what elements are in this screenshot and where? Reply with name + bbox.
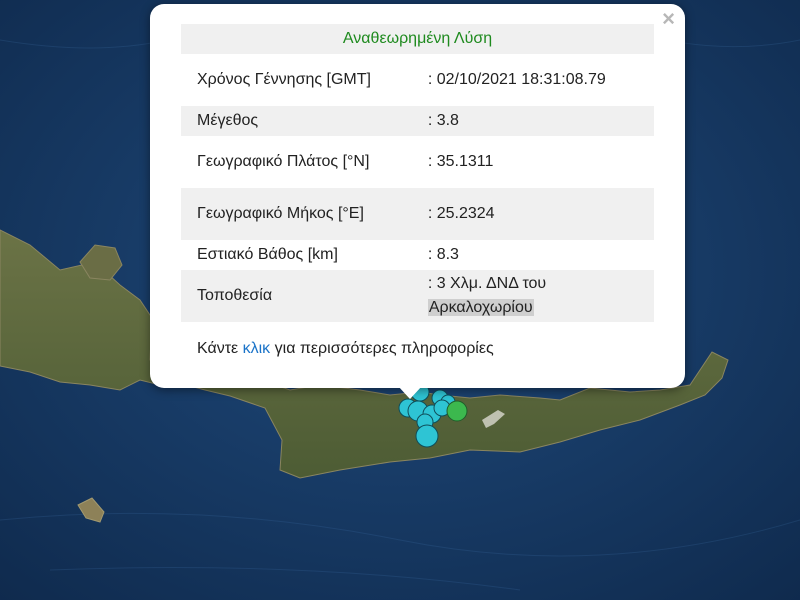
earthquake-details-table: Αναθεωρημένη Λύση Χρόνος Γέννησης [GMT] … <box>181 24 654 322</box>
location-prefix: : 3 Χλμ. ΔΝΔ του <box>427 275 547 292</box>
row-label: Εστιακό Βάθος [km] <box>197 246 338 263</box>
row-value-location: : 3 Χλμ. ΔΝΔ του Αρκαλοχωρίου <box>419 270 654 322</box>
footer-text-before: Κάντε <box>197 340 243 357</box>
popup-title: Αναθεωρημένη Λύση <box>181 24 654 54</box>
row-value: : 35.1311 <box>427 153 494 170</box>
footer-text-after: για περισσότερες πληροφορίες <box>270 340 494 357</box>
row-label: Μέγεθος <box>181 106 420 136</box>
close-icon[interactable]: × <box>662 7 675 31</box>
table-row: Εστιακό Βάθος [km] : 8.3 <box>181 240 654 270</box>
row-label: Γεωγραφικό Μήκος [°E] <box>181 188 420 240</box>
row-label: Τοποθεσία <box>181 270 420 322</box>
table-row: Γεωγραφικό Μήκος [°E] : 25.2324 <box>181 188 654 240</box>
location-town: Αρκαλοχωρίου <box>427 299 534 316</box>
row-value: : 02/10/2021 18:31:08.79 <box>427 71 606 88</box>
table-row: Τοποθεσία : 3 Χλμ. ΔΝΔ του Αρκαλοχωρίου <box>181 270 654 322</box>
table-row: Μέγεθος : 3.8 <box>181 106 654 136</box>
more-info-link[interactable]: κλικ <box>243 340 271 357</box>
table-row: Γεωγραφικό Πλάτος [°N] : 35.1311 <box>181 136 654 188</box>
popup-title-row: Αναθεωρημένη Λύση <box>181 24 654 54</box>
row-label: Γεωγραφικό Πλάτος [°N] <box>197 153 370 170</box>
quake-marker[interactable] <box>415 424 439 448</box>
row-value: : 8.3 <box>427 246 459 263</box>
table-row: Χρόνος Γέννησης [GMT] : 02/10/2021 18:31… <box>181 54 654 106</box>
row-label: Χρόνος Γέννησης [GMT] <box>197 71 371 88</box>
earthquake-info-popup: × Αναθεωρημένη Λύση Χρόνος Γέννησης [GMT… <box>150 4 685 388</box>
more-info-line: Κάντε κλικ για περισσότερες πληροφορίες <box>197 340 494 358</box>
row-value: : 25.2324 <box>419 188 654 240</box>
quake-marker-recent[interactable] <box>446 400 468 422</box>
row-value: : 3.8 <box>419 106 654 136</box>
popup-pointer <box>398 386 422 399</box>
